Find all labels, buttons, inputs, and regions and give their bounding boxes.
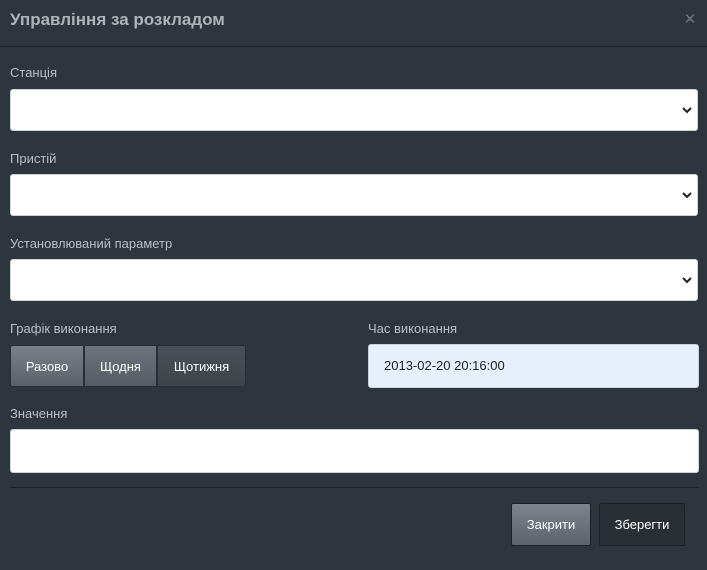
parameter-label: Установлюваний параметр — [10, 236, 173, 251]
schedule-modal: Управління за розкладом ✕ Станція Присті… — [0, 0, 707, 570]
value-input[interactable] — [10, 429, 699, 473]
chevron-down-icon — [682, 107, 692, 114]
station-select[interactable] — [10, 89, 698, 131]
footer-divider — [10, 487, 699, 488]
device-select[interactable] — [10, 174, 698, 216]
time-label: Час виконання — [368, 321, 458, 336]
execution-time-input[interactable]: 2013-02-20 20:16:00 — [368, 344, 699, 388]
station-label: Станція — [10, 65, 57, 80]
schedule-button-group: Разово Щодня Щотижня — [10, 345, 246, 387]
schedule-daily-button[interactable]: Щодня — [84, 345, 157, 387]
chevron-down-icon — [682, 192, 692, 199]
schedule-label: Графік виконання — [10, 321, 117, 336]
chevron-down-icon — [682, 277, 692, 284]
schedule-weekly-button[interactable]: Щотижня — [157, 345, 246, 387]
close-button[interactable]: Закрити — [511, 503, 591, 546]
device-label: Пристій — [10, 151, 57, 166]
modal-title: Управління за розкладом — [10, 10, 225, 29]
value-label: Значення — [10, 406, 68, 421]
modal-header: Управління за розкладом ✕ — [0, 0, 707, 47]
schedule-once-button[interactable]: Разово — [10, 345, 84, 387]
parameter-select[interactable] — [10, 259, 698, 301]
close-icon[interactable]: ✕ — [683, 12, 697, 28]
save-button[interactable]: Зберегти — [599, 503, 685, 546]
